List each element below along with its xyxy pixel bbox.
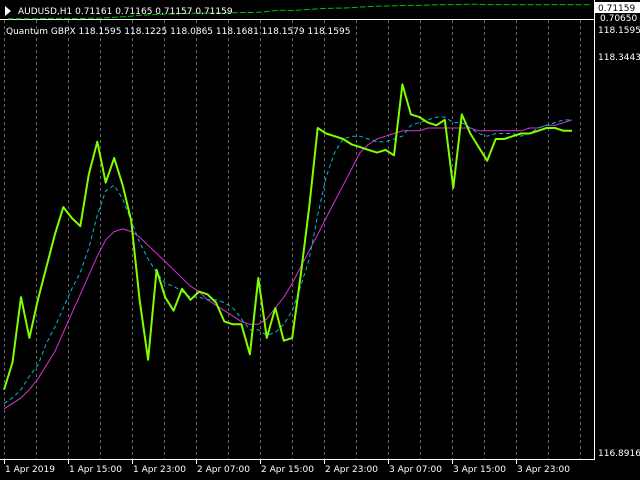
time-tick-label: 1 Apr 2019 (5, 465, 55, 475)
indicator-min-label: 116.8916 (598, 449, 640, 459)
ma-series-group (3, 83, 573, 410)
indicator-max-label: 118.3443 (598, 53, 640, 63)
indicator-title: Quantum GBPX 118.1595 118.1225 118.0865 … (6, 27, 350, 37)
time-axis: 1 Apr 2019 1 Apr 15:00 1 Apr 23:00 2 Apr 07… (4, 460, 570, 475)
quantum-line (3, 83, 572, 390)
price-axis: 0.71159 0.70650 118.1595 118.3443 116.89… (595, 2, 640, 459)
indicator-current-label: 118.1595 (598, 26, 640, 36)
time-tick-label: 3 Apr 15:00 (453, 465, 506, 475)
main-chart-title: AUDUSD,H1 0.71161 0.71165 0.71157 0.7115… (18, 7, 233, 17)
time-tick-label: 1 Apr 15:00 (69, 465, 122, 475)
main-low-price-label: 0.70650 (600, 14, 637, 24)
time-tick-label: 2 Apr 23:00 (325, 465, 378, 475)
chart-canvas: AUDUSD,H1 0.71161 0.71165 0.71157 0.7115… (0, 0, 640, 475)
time-tick-label: 1 Apr 23:00 (133, 465, 186, 475)
time-tick-label: 2 Apr 07:00 (197, 465, 250, 475)
vertical-grid (4, 20, 581, 459)
current-price-label: 0.71159 (598, 4, 635, 14)
time-tick-label: 2 Apr 15:00 (261, 465, 314, 475)
slow-ma-line (3, 119, 573, 410)
time-tick-label: 3 Apr 23:00 (517, 465, 570, 475)
time-tick-label: 3 Apr 07:00 (389, 465, 442, 475)
